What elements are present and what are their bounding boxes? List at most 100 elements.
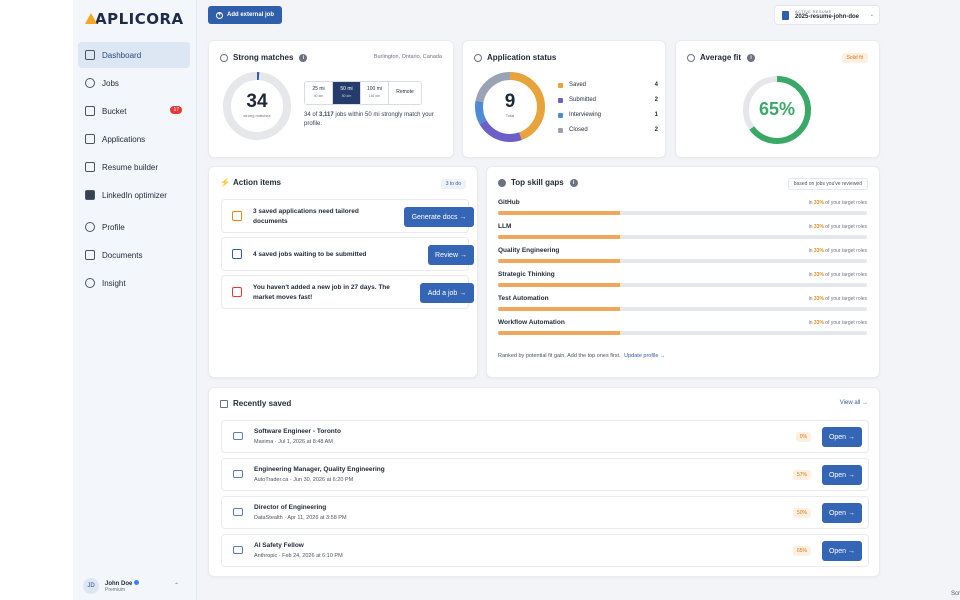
add-a-job-button[interactable]: Add a job → — [420, 283, 474, 303]
status-label: Closed — [569, 127, 588, 133]
status-count: 1 — [654, 112, 658, 118]
sidebar-item-linkedin-optimizer[interactable]: LinkedIn optimizer — [78, 182, 190, 208]
skill-meta: in 33% of your target roles — [809, 248, 867, 254]
sidebar: APLICORA Dashboard Jobs Bucket 17 Applic… — [73, 0, 197, 600]
saved-job-fit-badge: 0% — [795, 432, 811, 442]
sidebar-item-insight[interactable]: Insight — [78, 270, 190, 296]
search-icon — [85, 78, 95, 88]
action-items-badge: 3 to do — [440, 179, 466, 189]
action-items-title: Action items — [233, 178, 282, 187]
strong-matches-ring: 34 strong matches — [222, 71, 292, 141]
radius-option-remote[interactable]: Remote — [389, 82, 421, 104]
info-icon[interactable]: i — [747, 53, 756, 62]
application-status-card: Application status 9 Total Saved 4 Submi… — [462, 40, 666, 158]
sidebar-item-label: Documents — [102, 250, 143, 260]
radius-option-100mi[interactable]: 100 mi 161 km — [361, 82, 389, 104]
skill-pct: 33% — [813, 296, 824, 302]
application-status-title: Application status — [487, 53, 557, 62]
saved-job-row[interactable]: AI Safety Fellow Anthropic · Feb 24, 202… — [221, 534, 869, 567]
active-resume-selector[interactable]: ACTIVE RESUME 2025-resume-john-doe ⌄ — [774, 5, 880, 25]
status-row-closed[interactable]: Closed 2 — [558, 123, 658, 137]
sidebar-item-jobs[interactable]: Jobs — [78, 70, 190, 96]
open-job-button[interactable]: Open → — [822, 541, 862, 561]
skill-row[interactable]: Workflow Automation in 33% of your targe… — [498, 319, 867, 343]
summary-prefix: 34 of — [304, 112, 320, 118]
radius-label: Remote — [396, 89, 414, 95]
skill-row[interactable]: Quality Engineering in 33% of your targe… — [498, 247, 867, 271]
saved-job-fit-badge: 57% — [792, 470, 811, 480]
briefcase-icon — [233, 432, 243, 440]
dashboard-icon — [85, 50, 95, 60]
radius-option-50mi[interactable]: 50 mi 80 km — [333, 82, 361, 104]
status-dot — [558, 127, 563, 133]
skill-row[interactable]: GitHub in 33% of your target roles — [498, 199, 867, 223]
add-external-job-button[interactable]: + Add external job — [208, 6, 283, 24]
sidebar-item-profile[interactable]: Profile — [78, 214, 190, 240]
skill-meta: in 33% of your target roles — [809, 224, 867, 230]
saved-job-fit-badge: 50% — [792, 508, 811, 518]
skill-pct: 33% — [813, 200, 824, 206]
radius-selector: 25 mi 40 km 50 mi 80 km 100 mi 161 km Re… — [304, 81, 422, 105]
document-icon — [232, 211, 242, 221]
target-icon — [498, 178, 506, 187]
sidebar-item-label: Resume builder — [102, 162, 159, 172]
update-profile-link[interactable]: Update profile → — [624, 353, 665, 359]
generate-docs-button[interactable]: Generate docs → — [404, 207, 474, 227]
skill-meta-suffix: of your target roles — [823, 296, 867, 302]
chevron-down-icon: ⌄ — [869, 12, 874, 18]
status-dot — [558, 112, 563, 118]
sidebar-item-dashboard[interactable]: Dashboard — [78, 42, 190, 68]
skill-row[interactable]: LLM in 33% of your target roles — [498, 223, 867, 247]
brand-logo[interactable]: APLICORA — [85, 10, 184, 28]
sidebar-item-bucket[interactable]: Bucket 17 — [78, 98, 190, 124]
skill-meta-suffix: of your target roles — [823, 320, 867, 326]
status-row-submitted[interactable]: Submitted 2 — [558, 93, 658, 107]
sidebar-nav: Dashboard Jobs Bucket 17 Applications Re… — [78, 42, 190, 296]
radius-label: 100 mi — [366, 86, 382, 92]
sidebar-item-label: Applications — [102, 134, 146, 144]
radius-option-25mi[interactable]: 25 mi 40 km — [305, 82, 333, 104]
open-job-button[interactable]: Open → — [822, 465, 862, 485]
resume-doc-icon — [782, 11, 789, 20]
info-icon[interactable]: i — [299, 53, 308, 62]
saved-job-row[interactable]: Engineering Manager, Quality Engineering… — [221, 458, 869, 491]
recently-saved-title: Recently saved — [233, 399, 292, 408]
saved-job-row[interactable]: Software Engineer - Toronto Maxima · Jul… — [221, 420, 869, 453]
lightbulb-icon — [85, 278, 95, 288]
radius-km: 80 km — [341, 94, 352, 98]
view-all-link[interactable]: View all → — [840, 400, 868, 406]
action-item-text: 4 saved jobs waiting to be submitted — [253, 251, 367, 258]
skill-row[interactable]: Test Automation in 33% of your target ro… — [498, 295, 867, 319]
status-row-saved[interactable]: Saved 4 — [558, 78, 658, 92]
sidebar-item-resume-builder[interactable]: Resume builder — [78, 154, 190, 180]
status-label: Interviewing — [569, 112, 602, 118]
saved-job-meta: AutoTrader.ca · Jun 30, 2026 at 6:20 PM — [254, 477, 354, 483]
saved-job-fit-badge: 65% — [792, 546, 811, 556]
user-plan: Premium — [105, 586, 126, 593]
user-menu[interactable]: JD John Doe Premium ⌃ — [83, 578, 187, 594]
fit-badge: Solid fit — [841, 53, 868, 63]
strong-matches-count: 34 — [246, 91, 268, 112]
plus-icon: + — [216, 11, 223, 19]
average-fit-card: Average fit i Solid fit 65% — [675, 40, 880, 158]
open-job-button[interactable]: Open → — [822, 427, 862, 447]
status-row-interviewing[interactable]: Interviewing 1 — [558, 108, 658, 122]
summary-total: 3,117 — [319, 112, 334, 118]
skill-name: Strategic Thinking — [498, 271, 555, 278]
action-item-tailored-docs: 3 saved applications need tailored docum… — [221, 199, 474, 233]
strong-matches-title: Strong matches — [233, 53, 294, 62]
location-label: Burlington, Ontario, Canada — [373, 54, 442, 60]
info-icon[interactable]: i — [569, 178, 578, 187]
open-job-button[interactable]: Open → — [822, 503, 862, 523]
saved-job-row[interactable]: Director of Engineering DataStealth · Ap… — [221, 496, 869, 529]
skill-bar-track — [498, 235, 867, 239]
skill-meta: in 33% of your target roles — [809, 296, 867, 302]
sidebar-item-label: Jobs — [102, 78, 119, 88]
status-count: 2 — [654, 97, 658, 103]
lightning-icon: ⚡ — [220, 177, 230, 187]
sidebar-item-documents[interactable]: Documents — [78, 242, 190, 268]
sidebar-item-label: Dashboard — [102, 50, 142, 60]
sidebar-item-applications[interactable]: Applications — [78, 126, 190, 152]
review-button[interactable]: Review → — [428, 245, 474, 265]
skill-row[interactable]: Strategic Thinking in 33% of your target… — [498, 271, 867, 295]
